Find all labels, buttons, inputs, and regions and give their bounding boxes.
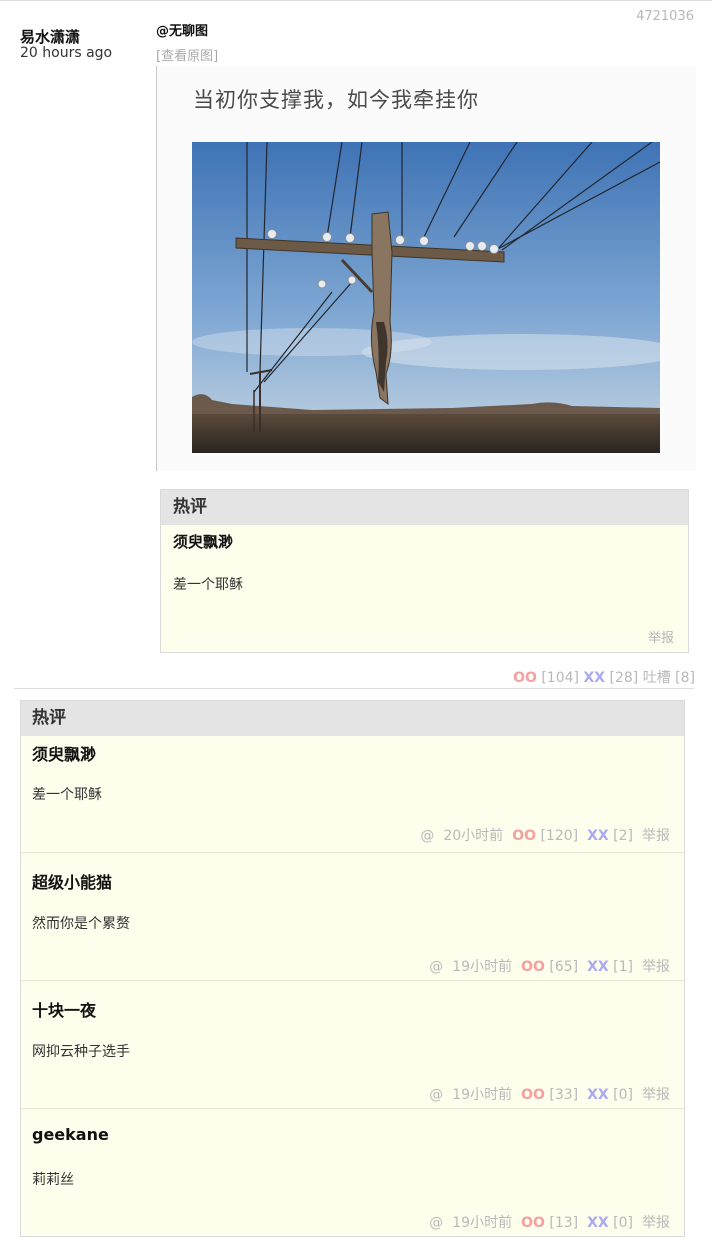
reply-at-button[interactable]: @ — [420, 828, 434, 844]
report-link[interactable]: 举报 — [642, 828, 670, 844]
reply-at-button[interactable]: @ — [429, 959, 443, 975]
comment-text: 然而你是个累赘 — [32, 916, 130, 932]
xx-vote-button[interactable]: XX — [583, 670, 605, 686]
tucao-link[interactable]: 吐槽 — [643, 670, 671, 686]
inline-hot-comment: 热评 须臾飘渺 差一个耶稣 举报 — [160, 489, 689, 653]
report-link[interactable]: 举报 — [642, 1215, 670, 1231]
comment-item: 十块一夜 网抑云种子选手 @19小时前 OO [33] XX [0] 举报 — [21, 980, 684, 1108]
comment-time: 19小时前 — [452, 1087, 513, 1103]
xx-vote-button[interactable]: XX — [587, 1215, 609, 1231]
comment-time: 19小时前 — [452, 959, 513, 975]
comment-item: 须臾飘渺 差一个耶稣 @20小时前 OO [120] XX [2] 举报 — [21, 736, 684, 852]
comment-meta: @20小时前 OO [120] XX [2] 举报 — [420, 825, 670, 845]
comment-meta: @19小时前 OO [13] XX [0] 举报 — [429, 1212, 670, 1232]
report-link[interactable]: 举报 — [642, 1087, 670, 1103]
tucao-count: [8] — [675, 670, 695, 686]
report-link[interactable]: 举报 — [642, 959, 670, 975]
oo-count: [120] — [540, 828, 579, 844]
report-link[interactable]: 举报 — [648, 627, 674, 646]
xx-count: [28] — [609, 670, 639, 686]
comment-time: 19小时前 — [452, 1215, 513, 1231]
image-caption: 当初你支撑我，如今我牵挂你 — [193, 88, 479, 112]
comment-author[interactable]: 十块一夜 — [32, 997, 96, 1021]
oo-count: [33] — [549, 1087, 579, 1103]
comment-meta: @19小时前 OO [33] XX [0] 举报 — [429, 1084, 670, 1104]
oo-count: [13] — [549, 1215, 579, 1231]
comment-author[interactable]: 超级小能猫 — [32, 869, 112, 893]
oo-vote-button[interactable]: OO — [521, 959, 545, 975]
comment-text: 差一个耶稣 — [173, 577, 243, 593]
hot-comments-header: 热评 — [21, 701, 684, 736]
comment-text: 差一个耶稣 — [32, 787, 102, 803]
post-votes: OO [104] XX [28] 吐槽 [8] — [513, 667, 695, 687]
oo-count: [65] — [549, 959, 579, 975]
post-id: 4721036 — [636, 9, 694, 24]
xx-vote-button[interactable]: XX — [587, 959, 609, 975]
oo-vote-button[interactable]: OO — [513, 670, 537, 686]
xx-count: [0] — [613, 1087, 633, 1103]
xx-vote-button[interactable]: XX — [587, 828, 609, 844]
xx-count: [0] — [613, 1215, 633, 1231]
comment-item: geekane 莉莉丝 @19小时前 OO [13] XX [0] 举报 — [21, 1108, 684, 1236]
comment-text: 莉莉丝 — [32, 1172, 74, 1188]
oo-vote-button[interactable]: OO — [521, 1215, 545, 1231]
comment-author[interactable]: 须臾飘渺 — [32, 741, 96, 765]
hot-comments-panel: 热评 须臾飘渺 差一个耶稣 @20小时前 OO [120] XX [2] 举报 超级小… — [20, 700, 685, 1237]
xx-count: [1] — [613, 959, 633, 975]
hot-comment-header: 热评 — [161, 490, 688, 525]
oo-vote-button[interactable]: OO — [521, 1087, 545, 1103]
post-time: 20 hours ago — [20, 45, 113, 61]
post-image[interactable]: 当初你支撑我，如今我牵挂你 — [156, 66, 696, 471]
comment-meta: @19小时前 OO [65] XX [1] 举报 — [429, 956, 670, 976]
post-author[interactable]: 易水潇潇 — [20, 26, 80, 47]
section-divider — [14, 688, 694, 689]
comment-text: 网抑云种子选手 — [32, 1044, 130, 1060]
comment-time: 20小时前 — [443, 828, 504, 844]
top-divider — [0, 0, 712, 1]
xx-count: [2] — [613, 828, 633, 844]
oo-count: [104] — [541, 670, 579, 686]
comment-item: 超级小能猫 然而你是个累赘 @19小时前 OO [65] XX [1] 举报 — [21, 852, 684, 980]
oo-vote-button[interactable]: OO — [512, 828, 536, 844]
reply-at-button[interactable]: @ — [429, 1215, 443, 1231]
comment-author[interactable]: 须臾飘渺 — [173, 531, 233, 552]
board-mention[interactable]: @无聊图 — [156, 20, 208, 39]
reply-at-button[interactable]: @ — [429, 1087, 443, 1103]
meme-photo — [192, 142, 660, 453]
xx-vote-button[interactable]: XX — [587, 1087, 609, 1103]
comment-author[interactable]: geekane — [32, 1125, 109, 1144]
view-original-link[interactable]: [查看原图] — [156, 45, 218, 64]
